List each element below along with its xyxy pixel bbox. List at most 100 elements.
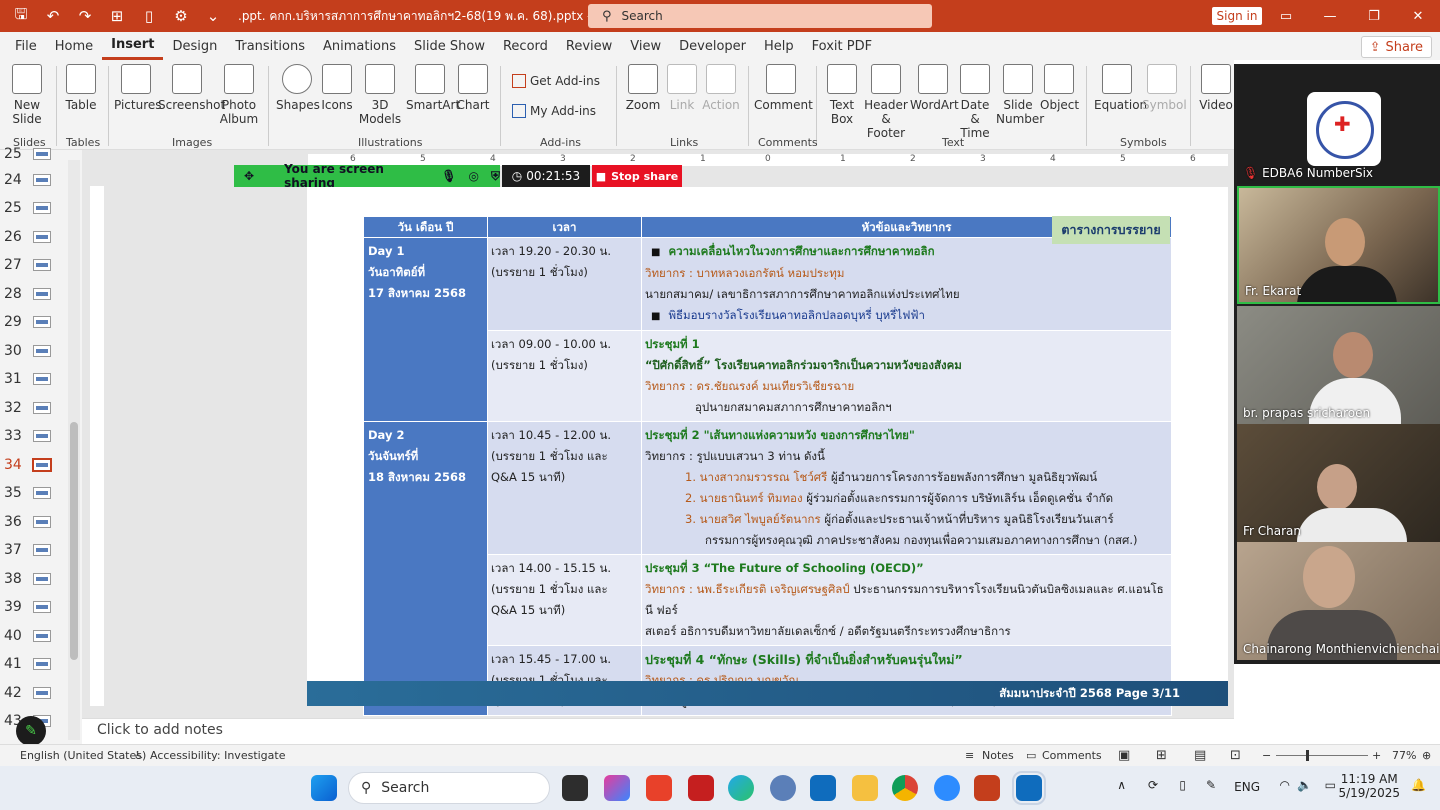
chevron-up-icon[interactable]: ∧ xyxy=(1117,778,1126,792)
zoom-app-icon[interactable] xyxy=(934,775,960,801)
photo-album-button[interactable]: Photo Album xyxy=(216,64,262,126)
notes-toggle[interactable]: Notes xyxy=(982,749,1014,762)
outlook-icon[interactable] xyxy=(810,775,836,801)
sign-in-button[interactable]: Sign in xyxy=(1212,7,1262,25)
tab-slide-show[interactable]: Slide Show xyxy=(405,32,494,60)
zoom-button[interactable]: Zoom xyxy=(624,64,662,112)
zoom-out-icon[interactable]: − xyxy=(1262,749,1271,762)
volume-icon[interactable]: 🔈 xyxy=(1297,778,1312,792)
pen-icon[interactable]: ✎ xyxy=(1206,778,1216,792)
scrollbar-thumb[interactable] xyxy=(70,422,78,660)
copilot-icon[interactable] xyxy=(604,775,630,801)
present-icon[interactable]: ⊞ xyxy=(106,7,128,25)
close-icon[interactable]: ✕ xyxy=(1396,0,1440,32)
usb-icon[interactable]: ▯ xyxy=(1179,778,1186,792)
restore-icon[interactable]: ❐ xyxy=(1352,0,1396,32)
participant-tile[interactable]: Chainarong Monthienvichienchai xyxy=(1237,542,1440,660)
tab-home[interactable]: Home xyxy=(46,32,102,60)
video-button[interactable]: Video xyxy=(1198,64,1234,112)
accessibility-status[interactable]: Accessibility: Investigate xyxy=(150,749,286,762)
participant-tile[interactable]: 🎙 EDBA6 NumberSix xyxy=(1237,66,1440,184)
participant-tile[interactable]: Fr Charan xyxy=(1237,424,1440,542)
tab-foxit-pdf[interactable]: Foxit PDF xyxy=(803,32,881,60)
shapes-button[interactable]: Shapes xyxy=(276,64,320,112)
equation-button[interactable]: Equation xyxy=(1094,64,1147,112)
tab-help[interactable]: Help xyxy=(755,32,803,60)
task-view-icon[interactable] xyxy=(562,775,588,801)
file-explorer-icon[interactable] xyxy=(852,775,878,801)
status-circle-icon[interactable]: ◎ xyxy=(469,169,479,183)
mic-muted-icon[interactable]: 🎙 xyxy=(441,169,456,183)
language-status[interactable]: English (United States) xyxy=(20,749,146,762)
shield-icon[interactable]: ⛨ xyxy=(491,169,500,184)
slide-number-button[interactable]: Slide Number xyxy=(996,64,1044,126)
tab-review[interactable]: Review xyxy=(557,32,621,60)
slide-canvas[interactable]: วัน เดือน ปี เวลา หัวข้อและวิทยากร Day 1… xyxy=(307,187,1228,716)
zoom-slider[interactable] xyxy=(1276,755,1368,756)
my-addins-button[interactable]: My Add-ins xyxy=(512,104,596,118)
battery-icon[interactable]: ▭ xyxy=(1325,778,1336,792)
tab-developer[interactable]: Developer xyxy=(670,32,755,60)
wordart-button[interactable]: WordArt xyxy=(910,64,959,112)
powerpoint-icon[interactable] xyxy=(974,775,1000,801)
date-time-button[interactable]: Date & Time xyxy=(956,64,994,140)
thumbnail-scrollbar[interactable] xyxy=(68,160,80,740)
tab-insert[interactable]: Insert xyxy=(102,32,164,60)
search-box[interactable]: ⚲ Search xyxy=(588,4,932,28)
redo-icon[interactable]: ↷ xyxy=(74,7,96,25)
fit-slide-icon[interactable]: ⊕ xyxy=(1422,749,1431,762)
anydesk-icon[interactable] xyxy=(646,775,672,801)
clock[interactable]: 11:19 AM 5/19/2025 xyxy=(1338,772,1400,800)
sharing-status[interactable]: ✥ You are screen sharing 🎙 ◎ ⛨ xyxy=(234,162,500,190)
customize-gear-icon[interactable]: ⚙ xyxy=(170,7,192,25)
notes-pane[interactable]: Click to add notes xyxy=(82,718,1234,744)
schedule-table[interactable]: วัน เดือน ปี เวลา หัวข้อและวิทยากร Day 1… xyxy=(363,216,1172,716)
outlook-new-icon[interactable] xyxy=(1012,771,1046,805)
slide-sorter-icon[interactable]: ⊞ xyxy=(1156,748,1167,763)
comment-button[interactable]: Comment xyxy=(754,64,813,112)
edge-icon[interactable] xyxy=(728,775,754,801)
tab-view[interactable]: View xyxy=(621,32,670,60)
sync-icon[interactable]: ⟳ xyxy=(1148,778,1158,792)
zoom-in-icon[interactable]: + xyxy=(1372,749,1381,762)
tab-record[interactable]: Record xyxy=(494,32,557,60)
start-icon[interactable] xyxy=(311,775,337,801)
participant-tile[interactable]: br. prapas sricharoen xyxy=(1237,306,1440,424)
notification-bell-icon[interactable]: 🔔 xyxy=(1411,778,1426,792)
new-slide-button[interactable]: New Slide xyxy=(6,64,48,126)
drag-handle-icon[interactable]: ✥ xyxy=(244,169,254,183)
get-addins-button[interactable]: Get Add-ins xyxy=(512,74,600,88)
slideshow-view-icon[interactable]: ⊡ xyxy=(1230,748,1241,763)
more-chevron-icon[interactable]: ⌄ xyxy=(202,7,224,25)
zoom-slider-thumb[interactable] xyxy=(1306,750,1309,761)
link-button[interactable]: Link xyxy=(664,64,700,112)
comments-toggle[interactable]: Comments xyxy=(1042,749,1102,762)
annotation-pen-icon[interactable]: ✎ xyxy=(16,716,46,746)
object-button[interactable]: Object xyxy=(1040,64,1079,112)
action-button[interactable]: Action xyxy=(702,64,740,112)
symbol-button[interactable]: Symbol xyxy=(1142,64,1187,112)
chrome-icon[interactable] xyxy=(892,775,918,801)
chart-button[interactable]: Chart xyxy=(456,64,490,112)
pictures-button[interactable]: Pictures xyxy=(114,64,162,112)
stop-share-button[interactable]: ■ Stop share xyxy=(592,165,682,187)
3d-models-button[interactable]: 3D Models xyxy=(356,64,404,126)
tab-transitions[interactable]: Transitions xyxy=(226,32,314,60)
header-footer-button[interactable]: Header & Footer xyxy=(862,64,910,140)
screenshot-button[interactable]: Screenshot xyxy=(158,64,225,112)
reading-view-icon[interactable]: ▤ xyxy=(1194,748,1206,763)
icons-button[interactable]: Icons xyxy=(320,64,354,112)
tab-file[interactable]: File xyxy=(6,32,46,60)
tab-design[interactable]: Design xyxy=(163,32,226,60)
wifi-icon[interactable]: ◠ xyxy=(1280,778,1290,792)
share-button[interactable]: ⇪ Share xyxy=(1360,36,1432,58)
smartart-button[interactable]: SmartArt xyxy=(406,64,460,112)
language-indicator[interactable]: ENG xyxy=(1234,780,1260,794)
normal-view-icon[interactable]: ▣ xyxy=(1118,748,1130,763)
taskbar-search[interactable]: ⚲ Search xyxy=(348,772,550,804)
tab-animations[interactable]: Animations xyxy=(314,32,405,60)
app-icon[interactable] xyxy=(770,775,796,801)
ribbon-display-icon[interactable]: ▭ xyxy=(1264,0,1308,32)
minimize-icon[interactable]: — xyxy=(1308,0,1352,32)
table-button[interactable]: Table xyxy=(62,64,100,112)
